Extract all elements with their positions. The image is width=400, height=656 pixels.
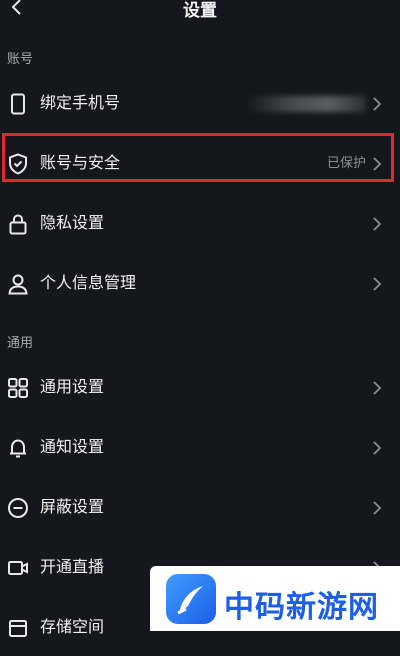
- row-label: 开通直播: [40, 557, 105, 576]
- row-label: 存储空间: [40, 617, 105, 636]
- chevron-right-icon: [372, 216, 382, 232]
- person-icon: [6, 272, 30, 296]
- section-header-general: 通用: [7, 336, 34, 351]
- row-label: 个人信息管理: [40, 273, 137, 292]
- chevron-right-icon: [372, 96, 382, 112]
- row-bind-phone[interactable]: 绑定手机号: [0, 76, 400, 132]
- row-privacy[interactable]: 隐私设置: [0, 196, 400, 252]
- grid-icon: [6, 376, 30, 400]
- chevron-right-icon: [372, 380, 382, 396]
- header: 设置: [0, 0, 400, 26]
- watermark-text: 中码新游网: [224, 590, 379, 625]
- chevron-right-icon: [372, 440, 382, 456]
- masked-phone-number: [246, 96, 366, 112]
- row-label: 隐私设置: [40, 213, 105, 232]
- video-icon: [6, 556, 30, 580]
- row-label: 绑定手机号: [40, 93, 121, 112]
- watermark-logo-icon: [166, 574, 216, 624]
- page-title: 设置: [183, 1, 217, 21]
- row-personal-info[interactable]: 个人信息管理: [0, 256, 400, 312]
- row-label: 通用设置: [40, 377, 105, 396]
- row-notification-settings[interactable]: 通知设置: [0, 420, 400, 476]
- phone-icon: [6, 92, 30, 116]
- bell-icon: [6, 436, 30, 460]
- highlight-box: [2, 133, 394, 182]
- row-label: 屏蔽设置: [40, 497, 105, 516]
- section-header-account: 账号: [7, 52, 34, 67]
- storage-icon: [6, 616, 30, 640]
- watermark: 中码新游网: [150, 566, 400, 631]
- chevron-right-icon: [372, 500, 382, 516]
- lock-icon: [6, 212, 30, 236]
- row-block-settings[interactable]: 屏蔽设置: [0, 480, 400, 536]
- block-icon: [6, 496, 30, 520]
- chevron-right-icon: [372, 276, 382, 292]
- row-general-settings[interactable]: 通用设置: [0, 360, 400, 416]
- row-label: 通知设置: [40, 437, 105, 456]
